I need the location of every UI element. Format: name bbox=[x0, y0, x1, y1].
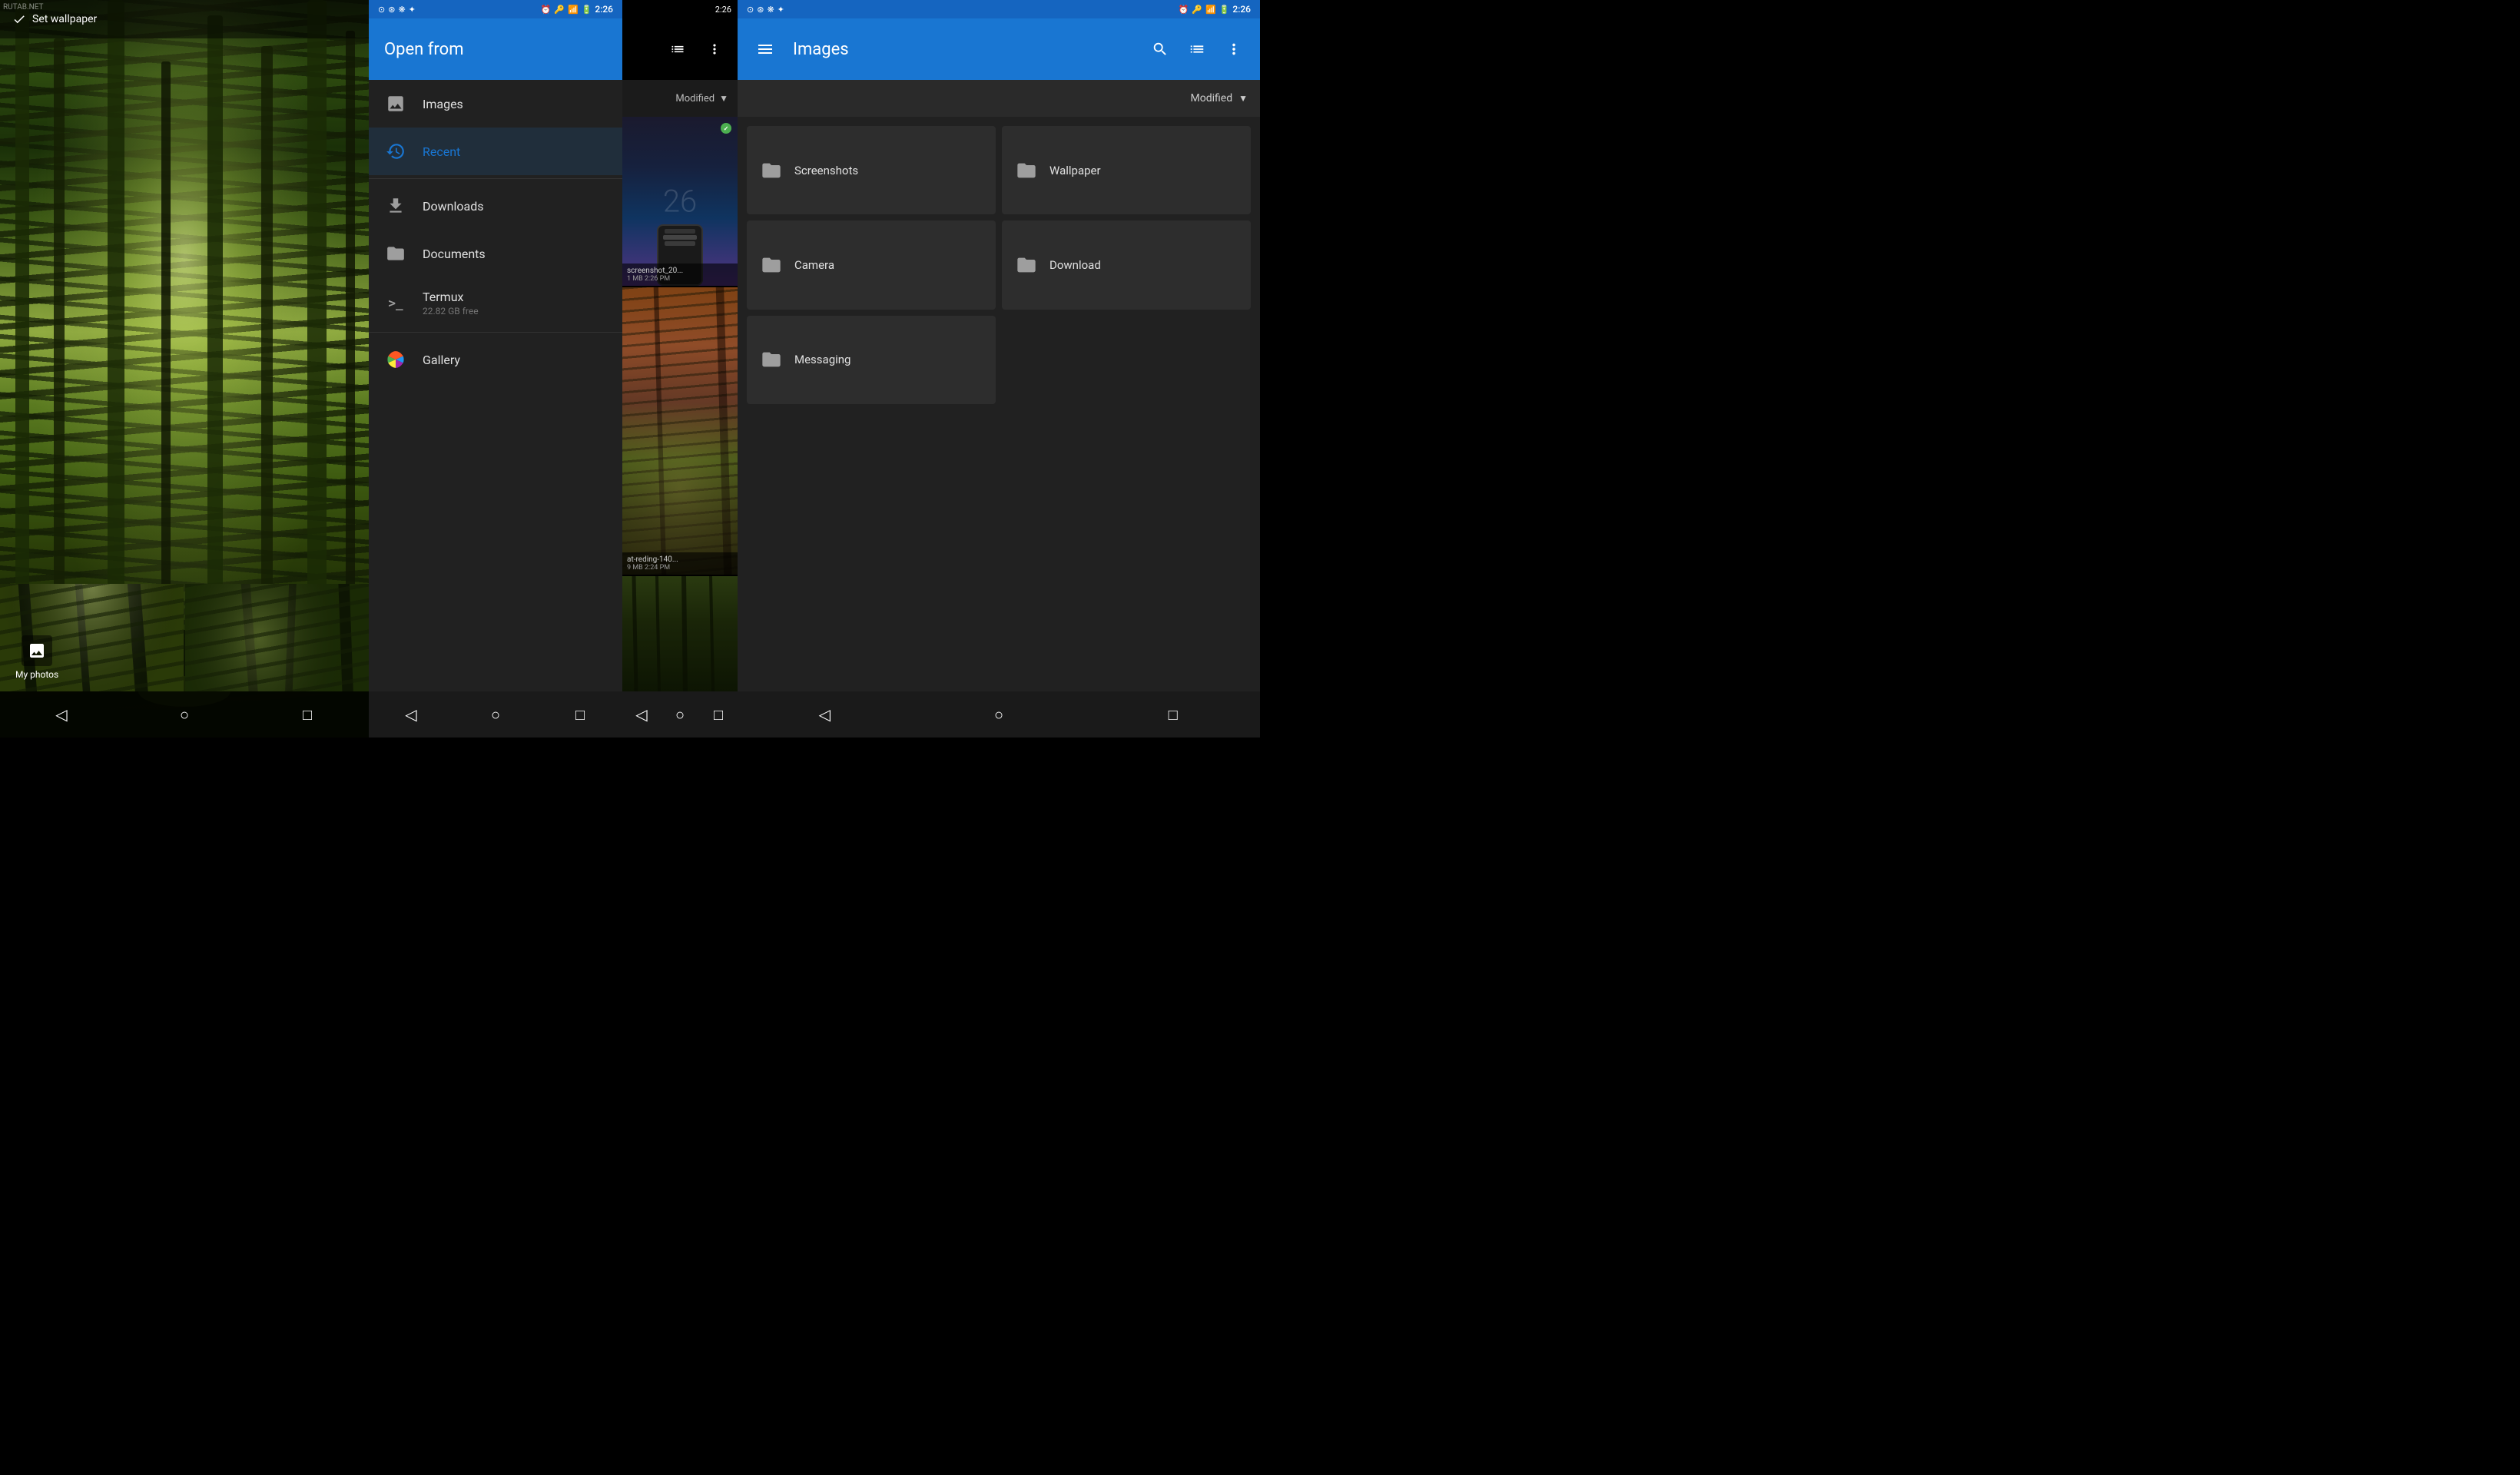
drawer-items-list: Images Recent bbox=[369, 80, 622, 691]
folder-icon-wallpaper bbox=[1014, 158, 1039, 183]
hamburger-menu-button[interactable] bbox=[750, 34, 781, 65]
checkmark-icon bbox=[12, 12, 26, 26]
images-sort-bar: Modified ▼ bbox=[738, 80, 1260, 117]
overlay-header bbox=[622, 18, 738, 80]
home-button-wallpaper[interactable]: ○ bbox=[161, 691, 207, 738]
drawer-item-gallery[interactable]: Gallery bbox=[369, 336, 622, 383]
more-options-button-images[interactable] bbox=[1220, 35, 1248, 63]
folder-wallpaper[interactable]: Wallpaper bbox=[1002, 126, 1251, 214]
images-header: Images bbox=[738, 18, 1260, 80]
images-folders-grid: Screenshots Wallpaper Camera bbox=[738, 117, 1260, 413]
home-button-drawer[interactable]: ○ bbox=[472, 691, 519, 738]
home-button-overlay[interactable]: ○ bbox=[661, 691, 699, 738]
folder-icon-download bbox=[1014, 253, 1039, 277]
thumb-1-info: screenshot_20... 1 MB 2:26 PM bbox=[622, 264, 738, 286]
drawer-title: Open from bbox=[384, 40, 464, 59]
recent-button-wallpaper[interactable]: □ bbox=[284, 691, 330, 738]
home-button-images[interactable]: ○ bbox=[976, 691, 1022, 738]
panel-drawer: ⊙⊛❋✦ ⏰🔑📶🔋 2:26 Open from Images bbox=[369, 0, 738, 738]
documents-icon bbox=[384, 242, 407, 265]
folder-screenshots[interactable]: Screenshots bbox=[747, 126, 996, 214]
recent-icon bbox=[384, 140, 407, 163]
overlay-thumb-1[interactable]: 26 ✓ screenshot_20... 1 MB 2:26 PM bbox=[622, 117, 738, 286]
folder-messaging[interactable]: Messaging bbox=[747, 316, 996, 404]
myphotos-icon bbox=[22, 635, 52, 666]
thumb-2-info: at-reding-140... 9 MB 2:24 PM bbox=[622, 552, 738, 575]
termux-icon: >_ bbox=[384, 292, 407, 315]
thumbnail-2[interactable] bbox=[185, 584, 369, 691]
panel-images: ⊙⊛❋✦ ⏰🔑📶🔋 2:26 Images bbox=[738, 0, 1260, 738]
notification-dot: ✓ bbox=[721, 123, 731, 134]
downloads-icon bbox=[384, 194, 407, 217]
wallpaper-top-bar: Set wallpaper bbox=[0, 0, 369, 38]
list-view-button[interactable] bbox=[664, 35, 691, 63]
back-button-overlay[interactable]: ◁ bbox=[622, 691, 661, 738]
nav-bar-drawer: ◁ ○ □ bbox=[369, 691, 622, 738]
folder-icon-camera bbox=[759, 253, 784, 277]
folder-icon-messaging bbox=[759, 347, 784, 372]
overlay-status-bar: 2:26 bbox=[622, 0, 738, 18]
drawer-sidebar: ⊙⊛❋✦ ⏰🔑📶🔋 2:26 Open from Images bbox=[369, 0, 622, 738]
folder-download[interactable]: Download bbox=[1002, 220, 1251, 309]
drawer-item-recent[interactable]: Recent bbox=[369, 128, 622, 175]
more-options-button[interactable] bbox=[701, 35, 728, 63]
panel-wallpaper: Set wallpaper bbox=[0, 0, 369, 738]
nav-bar-overlay: ◁ ○ □ bbox=[622, 691, 738, 738]
recent-button-overlay[interactable]: □ bbox=[699, 691, 738, 738]
drawer-status-bar: ⊙⊛❋✦ ⏰🔑📶🔋 2:26 bbox=[369, 0, 622, 18]
overlay-thumb-3[interactable] bbox=[622, 576, 738, 691]
images-spacer bbox=[738, 413, 1260, 691]
images-status-icons: ⊙⊛❋✦ bbox=[747, 5, 784, 15]
overlay-thumbnails: 26 ✓ screenshot_20... 1 MB 2:26 PM bbox=[622, 117, 738, 691]
images-status-bar: ⊙⊛❋✦ ⏰🔑📶🔋 2:26 bbox=[738, 0, 1260, 18]
overlay-sort-bar: Modified ▼ bbox=[622, 80, 738, 117]
back-button-images[interactable]: ◁ bbox=[801, 691, 847, 738]
set-wallpaper-button[interactable]: Set wallpaper bbox=[12, 12, 97, 26]
drawer-status-right: ⏰🔑📶🔋 2:26 bbox=[541, 4, 613, 15]
drawer-item-documents[interactable]: Documents bbox=[369, 230, 622, 277]
drawer-status-icons: ⊙⊛❋✦ bbox=[378, 5, 416, 15]
drawer-divider-1 bbox=[369, 178, 622, 179]
drawer-header: Open from bbox=[369, 18, 622, 80]
search-button[interactable] bbox=[1146, 35, 1174, 63]
back-button-wallpaper[interactable]: ◁ bbox=[38, 691, 85, 738]
recent-button-images[interactable]: □ bbox=[1150, 691, 1196, 738]
myphotos-button[interactable]: My photos bbox=[15, 635, 58, 680]
nav-bar-images: ◁ ○ □ bbox=[738, 691, 1260, 738]
drawer-file-overlay: 2:26 Modified ▼ 26 bbox=[622, 0, 738, 738]
images-icon bbox=[384, 92, 407, 115]
nav-bar-wallpaper: ◁ ○ □ bbox=[0, 691, 369, 738]
folder-icon-screenshots bbox=[759, 158, 784, 183]
drawer-item-images[interactable]: Images bbox=[369, 80, 622, 128]
folder-camera[interactable]: Camera bbox=[747, 220, 996, 309]
overlay-thumb-2[interactable]: at-reding-140... 9 MB 2:24 PM bbox=[622, 287, 738, 575]
sort-dropdown-arrow[interactable]: ▼ bbox=[1238, 93, 1248, 104]
drawer-item-downloads[interactable]: Downloads bbox=[369, 182, 622, 230]
images-title: Images bbox=[793, 40, 1134, 59]
list-view-button-images[interactable] bbox=[1183, 35, 1211, 63]
gallery-icon bbox=[384, 348, 407, 371]
drawer-divider-2 bbox=[369, 332, 622, 333]
header-actions bbox=[1146, 35, 1248, 63]
recent-button-drawer[interactable]: □ bbox=[557, 691, 603, 738]
back-button-drawer[interactable]: ◁ bbox=[388, 691, 434, 738]
images-status-right: ⏰🔑📶🔋 2:26 bbox=[1179, 4, 1251, 15]
drawer-item-termux[interactable]: >_ Termux 22.82 GB free bbox=[369, 277, 622, 329]
